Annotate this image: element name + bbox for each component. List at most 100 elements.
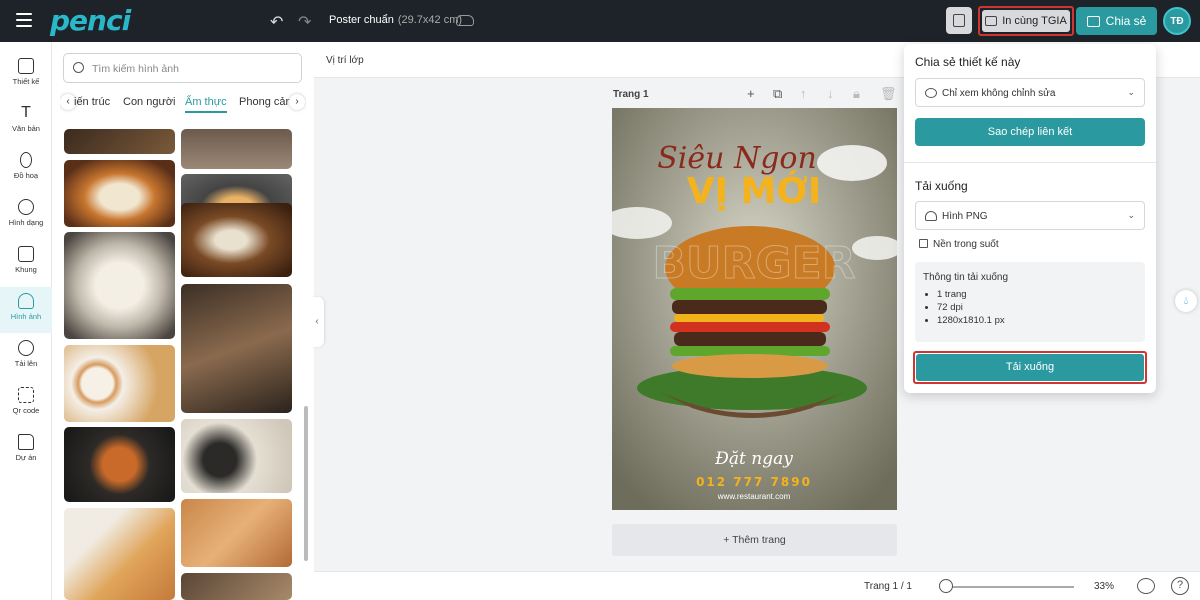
logo[interactable]: penci	[50, 4, 131, 37]
download-info-item: 72 dpi	[937, 302, 1137, 313]
page-count: Trang 1 / 1	[864, 581, 912, 592]
shapes-icon	[18, 199, 34, 215]
undo-icon[interactable]: ↶	[270, 12, 283, 32]
text-icon: T	[21, 104, 31, 121]
category-tabs: ‹ iến trúc Con người Ẩm thực Phong cảnh …	[60, 92, 306, 114]
download-info-title: Thông tin tải xuống	[923, 272, 1009, 283]
image-thumbnail[interactable]	[181, 573, 292, 600]
nav-item-projects[interactable]: Dự án	[0, 428, 52, 474]
document-size: (29.7x42 cm)	[397, 14, 463, 26]
save-button[interactable]	[946, 7, 972, 34]
printer-icon	[985, 16, 998, 26]
image-thumbnail[interactable]	[64, 232, 175, 339]
nav-item-graphics[interactable]: Đồ hoạ	[0, 146, 52, 192]
top-bar: penci ↶ ↷ Poster chuẩn (29.7x42 cm) In cù…	[0, 0, 1200, 42]
menu-icon[interactable]	[16, 13, 32, 29]
image-thumbnail[interactable]	[181, 129, 292, 169]
add-page-button[interactable]: + Thêm trang	[612, 524, 897, 556]
image-panel: Tìm kiếm hình ảnh ‹ iến trúc Con người Ẩ…	[52, 42, 314, 600]
save-icon	[953, 14, 965, 27]
divider	[904, 162, 1156, 163]
image-thumbnail[interactable]	[64, 508, 175, 600]
share-label: Chia sẻ	[1105, 14, 1147, 28]
checkbox-icon[interactable]	[919, 239, 928, 248]
move-up-icon[interactable]: ↑	[800, 86, 807, 101]
brush-icon	[20, 152, 32, 168]
print-label: In cùng TGIA	[1002, 15, 1067, 27]
image-icon	[18, 293, 34, 309]
nav-item-images[interactable]: Hình ảnh	[0, 287, 52, 333]
layout-icon	[18, 58, 34, 74]
nav-item-design[interactable]: Thiết kế	[0, 52, 52, 98]
image-thumbnail[interactable]	[64, 160, 175, 227]
tab-food[interactable]: Ẩm thực	[185, 96, 227, 113]
chevron-down-icon: ⌄	[1127, 87, 1135, 97]
search-input[interactable]: Tìm kiếm hình ảnh	[63, 53, 302, 83]
poster-bg-word: BURGER	[652, 238, 855, 289]
share-heading: Chia sẻ thiết kế này	[915, 55, 1021, 69]
trash-icon[interactable]: 🗑︎	[880, 86, 897, 102]
cloud-sync-icon	[456, 15, 474, 26]
color-drop-icon[interactable]: 💧︎	[1175, 290, 1197, 312]
download-info: Thông tin tải xuống 1 trang 72 dpi 1280x…	[915, 262, 1145, 342]
image-thumbnail[interactable]	[181, 203, 292, 277]
image-file-icon	[925, 211, 937, 221]
poster-main-title: VỊ MỚI	[687, 170, 821, 212]
add-icon[interactable]: +	[747, 86, 755, 101]
qr-icon	[18, 387, 34, 403]
zoom-level: 33%	[1094, 581, 1115, 592]
folder-icon	[18, 434, 34, 450]
download-button[interactable]: Tải xuống	[913, 351, 1147, 384]
download-info-item: 1 trang	[937, 289, 1137, 300]
image-thumbnail[interactable]	[64, 427, 175, 502]
collapse-panel-button[interactable]: ‹	[310, 297, 324, 347]
image-thumbnail[interactable]	[181, 419, 292, 493]
chevron-down-icon: ⌄	[1127, 210, 1135, 220]
nav-item-shapes[interactable]: Hình dạng	[0, 193, 52, 239]
document-title[interactable]: Poster chuẩn (29.7x42 cm)	[329, 14, 462, 26]
copy-link-button[interactable]: Sao chép liên kết	[915, 118, 1145, 146]
nav-item-upload[interactable]: Tải lên	[0, 334, 52, 380]
tab-architecture[interactable]: iến trúc	[74, 96, 110, 108]
frame-icon	[18, 246, 34, 262]
move-down-icon[interactable]: ↓	[827, 86, 834, 101]
share-button[interactable]: Chia sẻ	[1076, 7, 1157, 35]
page-label: Trang 1	[613, 89, 649, 100]
eye-icon	[925, 88, 937, 98]
poster-website: www.restaurant.com	[717, 492, 791, 501]
image-thumbnail[interactable]	[181, 499, 292, 567]
download-heading: Tải xuống	[915, 179, 968, 193]
permission-select[interactable]: Chỉ xem không chỉnh sửa ⌄	[915, 78, 1145, 107]
avatar[interactable]: TĐ	[1163, 7, 1191, 35]
redo-icon[interactable]: ↷	[298, 12, 311, 32]
nav-item-text[interactable]: T Văn bản	[0, 99, 52, 145]
nav-item-frames[interactable]: Khung	[0, 240, 52, 286]
nav-item-qr[interactable]: Qr code	[0, 381, 52, 427]
zoom-slider[interactable]	[941, 586, 1074, 588]
panel-scrollbar[interactable]	[304, 406, 308, 561]
layer-position-button[interactable]: Vị trí lớp	[326, 55, 364, 66]
search-icon	[73, 62, 84, 73]
image-thumbnail[interactable]	[64, 129, 175, 154]
print-button[interactable]: In cùng TGIA	[978, 6, 1074, 36]
share-popup: Chia sẻ thiết kế này Chỉ xem không chỉnh…	[904, 44, 1156, 393]
duplicate-icon[interactable]: ⧉	[773, 86, 782, 102]
status-bar: Trang 1 / 1 33% ?	[314, 571, 1200, 600]
preview-icon[interactable]	[1137, 578, 1155, 594]
transparent-bg-checkbox[interactable]: Nền trong suốt	[919, 239, 999, 250]
help-icon[interactable]: ?	[1171, 577, 1189, 595]
lock-icon[interactable]: 🔒︎	[853, 86, 860, 102]
file-type-select[interactable]: Hình PNG ⌄	[915, 201, 1145, 230]
image-thumbnail[interactable]	[64, 345, 175, 422]
share-icon	[1086, 15, 1100, 27]
poster-phone: 012 777 7890	[696, 475, 812, 489]
tab-people[interactable]: Con người	[123, 96, 176, 108]
zoom-slider-handle[interactable]	[939, 579, 954, 593]
poster-canvas[interactable]: Siêu Ngon VỊ MỚI BURGER Đặt ngay 012 777…	[612, 108, 897, 510]
chevron-right-icon[interactable]: ›	[289, 94, 305, 110]
image-thumbnail[interactable]	[181, 284, 292, 413]
poster-order-script: Đặt ngay	[714, 449, 793, 469]
upload-icon	[18, 340, 34, 356]
left-nav: Thiết kế T Văn bản Đồ hoạ Hình dạng Khung…	[0, 42, 52, 600]
download-info-item: 1280x1810.1 px	[937, 315, 1137, 326]
